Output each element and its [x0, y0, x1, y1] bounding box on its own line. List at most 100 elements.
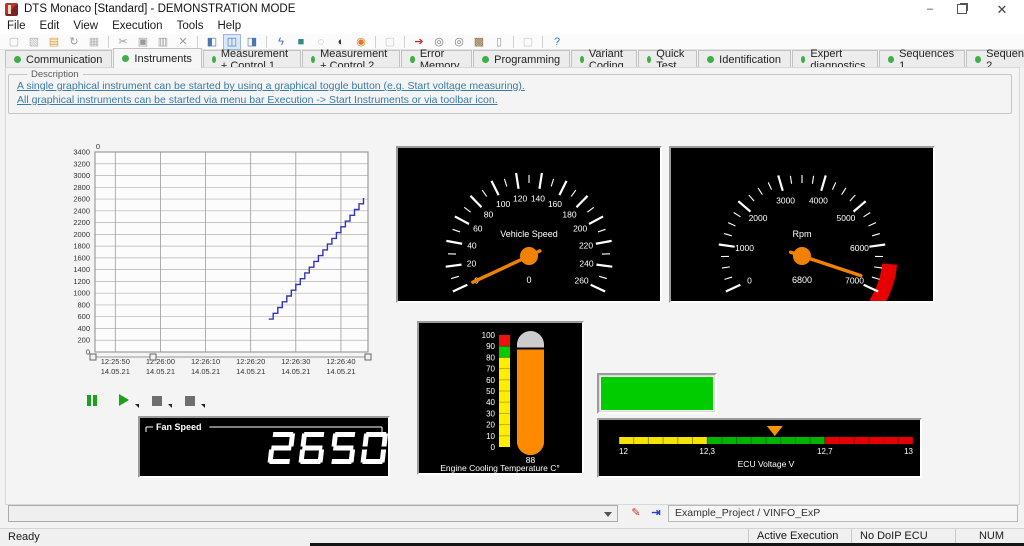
- svg-text:14.05.21: 14.05.21: [281, 367, 310, 376]
- svg-text:260: 260: [574, 276, 588, 286]
- tab-error-memory[interactable]: Error Memory: [401, 50, 472, 68]
- menu-view[interactable]: View: [66, 19, 105, 34]
- svg-text:30: 30: [486, 409, 495, 418]
- svg-text:12:26:20: 12:26:20: [236, 357, 265, 366]
- help-icon[interactable]: ?: [548, 34, 566, 50]
- report-icon[interactable]: ▯: [490, 34, 508, 50]
- chart-scroll-handle[interactable]: [90, 354, 96, 360]
- menu-file[interactable]: File: [0, 19, 33, 34]
- goto-target-icon[interactable]: ⇥: [648, 505, 664, 521]
- svg-text:1200: 1200: [73, 277, 90, 286]
- context-path-field[interactable]: Example_Project / VINFO_ExP: [668, 505, 1018, 522]
- menu-execution[interactable]: Execution: [105, 19, 170, 34]
- vehicle-speed-gauge-canvas: 020406080100120140160180200220240260Vehi…: [398, 148, 660, 301]
- fan-speed-display-canvas: Fan Speed: [140, 418, 388, 476]
- toolbar-separator: [404, 36, 405, 48]
- tab-sequences-2[interactable]: Sequences 2: [966, 50, 1024, 68]
- svg-text:Rpm: Rpm: [792, 229, 811, 239]
- tab-status-dot-icon: [707, 56, 714, 63]
- tab-programming[interactable]: Programming: [473, 50, 570, 68]
- tab-measurement-control-2[interactable]: Measurement + Control 2: [302, 50, 400, 68]
- chart-scroll-handle[interactable]: [365, 354, 371, 360]
- tab-status-dot-icon: [482, 56, 489, 63]
- start-recording-button[interactable]: [119, 393, 139, 408]
- toolbar-separator: [542, 36, 543, 48]
- chart-scroll-handle[interactable]: [150, 354, 156, 360]
- tab-status-dot-icon: [14, 56, 21, 63]
- svg-text:80: 80: [486, 353, 495, 362]
- open-workspace-icon[interactable]: ▤: [45, 34, 63, 50]
- fan-speed-trend-chart[interactable]: 0200400600800100012001400160018002000220…: [50, 142, 380, 386]
- tab-variant-coding[interactable]: Variant Coding: [571, 50, 637, 68]
- svg-text:1000: 1000: [735, 243, 754, 253]
- svg-text:1000: 1000: [73, 289, 90, 298]
- svg-text:13: 13: [904, 447, 913, 456]
- minimize-button[interactable]: –: [914, 0, 946, 19]
- tab-instruments[interactable]: Instruments: [113, 48, 201, 68]
- svg-text:120: 120: [513, 194, 527, 204]
- svg-text:0: 0: [86, 348, 90, 357]
- tab-status-dot-icon: [311, 56, 315, 63]
- clear-recording-button[interactable]: [185, 393, 205, 408]
- tab-identification[interactable]: Identification: [698, 50, 791, 68]
- save-icon[interactable]: ▦: [85, 34, 103, 50]
- description-group: Description A single graphical instrumen…: [8, 74, 1012, 114]
- svg-text:6800: 6800: [792, 275, 812, 285]
- svg-text:220: 220: [579, 241, 593, 251]
- stop-recording-button[interactable]: [152, 393, 172, 408]
- edit-link-icon[interactable]: ✎: [628, 505, 644, 521]
- pause-recording-button[interactable]: [86, 393, 106, 408]
- status-num-lock: NUM: [955, 529, 1019, 544]
- tab-measurement-control-1[interactable]: Measurement + Control 1: [203, 50, 301, 68]
- menu-bar: FileEditViewExecutionToolsHelp: [0, 19, 1024, 34]
- svg-text:100: 100: [496, 199, 510, 209]
- description-link-1[interactable]: A single graphical instrument can be sta…: [17, 80, 525, 92]
- svg-text:0: 0: [491, 443, 496, 452]
- chart-controls: [86, 393, 205, 408]
- svg-text:200: 200: [77, 336, 90, 345]
- status-indicator-lamp: [600, 376, 714, 411]
- status-ready-text: Ready: [8, 530, 40, 545]
- svg-text:600: 600: [77, 312, 90, 321]
- menu-help[interactable]: Help: [210, 19, 248, 34]
- tab-label: Instruments: [134, 53, 191, 65]
- tab-expert-diagnostics[interactable]: Expert diagnostics: [792, 50, 878, 68]
- svg-text:240: 240: [579, 258, 593, 268]
- tab-sequences-1[interactable]: Sequences 1: [879, 50, 965, 68]
- menu-edit[interactable]: Edit: [33, 19, 67, 34]
- instrument-select-combobox[interactable]: [8, 505, 618, 522]
- combobox-value: [9, 510, 14, 522]
- svg-text:12:26:30: 12:26:30: [281, 357, 310, 366]
- svg-text:10: 10: [486, 432, 495, 441]
- tab-communication[interactable]: Communication: [5, 50, 112, 68]
- svg-text:1600: 1600: [73, 253, 90, 262]
- reload-icon[interactable]: ↻: [65, 34, 83, 50]
- svg-text:0: 0: [526, 275, 531, 285]
- stop-execution-icon[interactable]: ■: [292, 34, 310, 50]
- tab-status-dot-icon: [122, 55, 129, 62]
- svg-text:160: 160: [548, 199, 562, 209]
- description-link-2[interactable]: All graphical instruments can be started…: [17, 94, 498, 106]
- svg-text:20: 20: [486, 421, 495, 430]
- variant-coding-icon[interactable]: ▩: [470, 34, 488, 50]
- svg-text:40: 40: [467, 241, 477, 251]
- svg-text:Vehicle Speed: Vehicle Speed: [500, 229, 558, 239]
- svg-text:14.05.21: 14.05.21: [146, 367, 175, 376]
- svg-text:60: 60: [473, 224, 483, 234]
- svg-text:2800: 2800: [73, 183, 90, 192]
- svg-text:80: 80: [484, 209, 494, 219]
- svg-text:0: 0: [747, 276, 752, 286]
- open-file-icon[interactable]: ▧: [25, 34, 43, 50]
- svg-text:12: 12: [619, 447, 628, 456]
- new-file-icon[interactable]: ▢: [5, 34, 23, 50]
- menu-tools[interactable]: Tools: [170, 19, 211, 34]
- window-cascade-icon[interactable]: ◧: [203, 34, 221, 50]
- svg-text:4000: 4000: [809, 195, 828, 205]
- close-button[interactable]: ✕: [986, 0, 1018, 19]
- svg-text:50: 50: [486, 387, 495, 396]
- restore-button[interactable]: [946, 0, 978, 19]
- tab-bar: Communication Instruments Measurement + Co…: [5, 50, 1019, 68]
- settings-icon[interactable]: ▢: [519, 34, 537, 50]
- tab-quick-test[interactable]: Quick Test: [638, 50, 697, 68]
- svg-text:14.05.21: 14.05.21: [191, 367, 220, 376]
